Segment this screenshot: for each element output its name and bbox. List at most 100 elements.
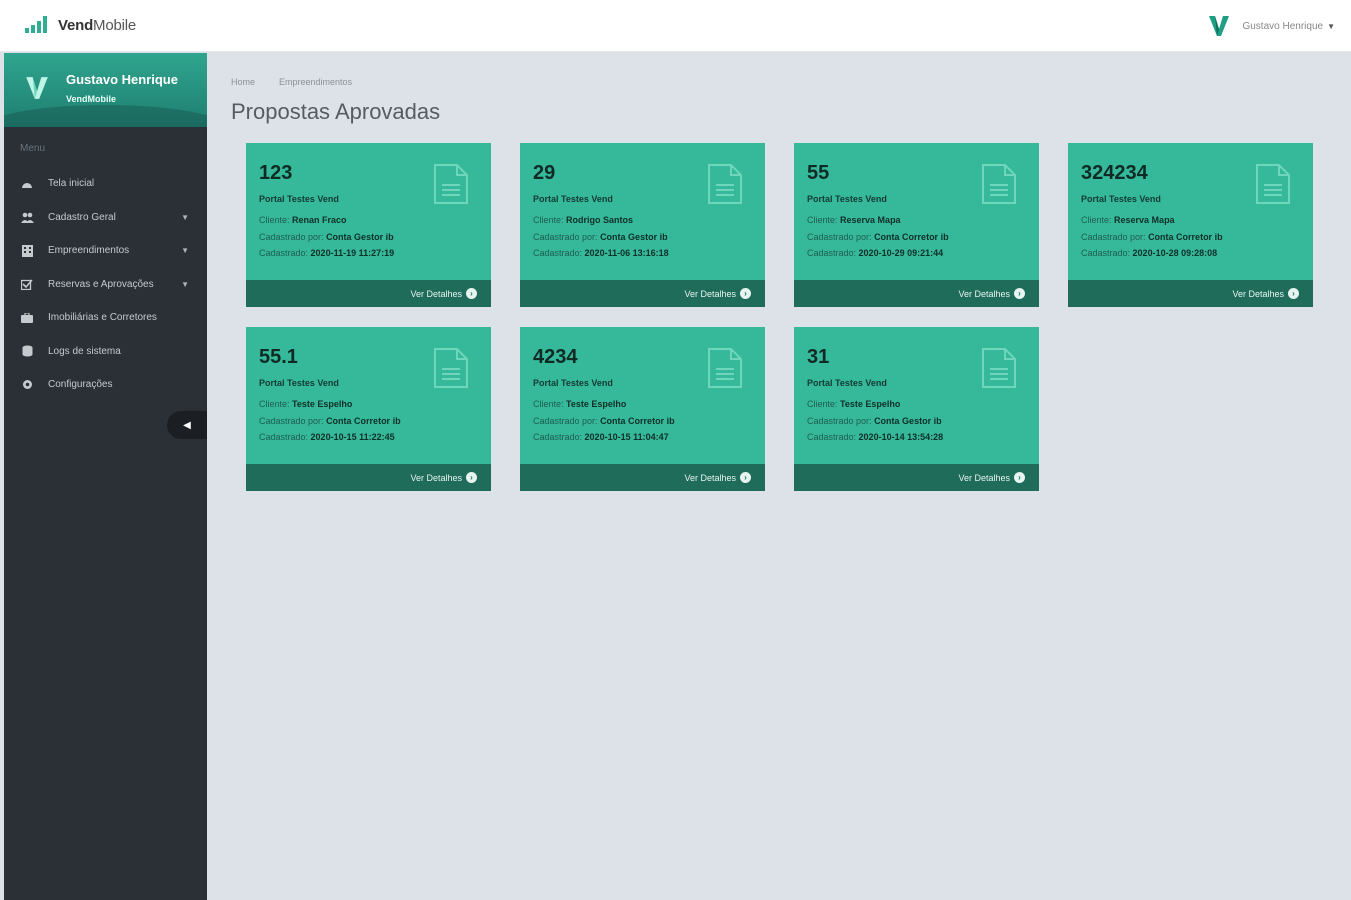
sidebar-item-cadastro-geral[interactable]: Cadastro Geral ▼ bbox=[4, 201, 207, 235]
proposal-number: 55.1 bbox=[259, 346, 298, 368]
proposal-date: Cadastrado: 2020-10-14 13:54:28 bbox=[807, 432, 944, 442]
sidebar-item-tela-inicial[interactable]: Tela inicial bbox=[4, 167, 207, 201]
main-content: Home Empreendimentos Propostas Aprovadas… bbox=[207, 53, 1351, 900]
document-icon bbox=[982, 164, 1016, 204]
document-icon bbox=[708, 348, 742, 388]
proposal-project: Portal Testes Vend bbox=[1081, 194, 1161, 204]
proposal-card[interactable]: 31 Portal Testes Vend Cliente: Teste Esp… bbox=[794, 327, 1039, 491]
proposal-project: Portal Testes Vend bbox=[807, 378, 887, 388]
menu-title: Menu bbox=[20, 143, 46, 154]
sidebar-item-configuracoes[interactable]: Configurações bbox=[4, 368, 207, 402]
proposal-date: Cadastrado: 2020-11-06 13:16:18 bbox=[533, 248, 669, 258]
proposal-card[interactable]: 29 Portal Testes Vend Cliente: Rodrigo S… bbox=[520, 143, 765, 307]
sidebar-item-logs[interactable]: Logs de sistema bbox=[4, 335, 207, 369]
sidebar-item-label: Cadastro Geral bbox=[48, 211, 116, 223]
sidebar-item-reservas[interactable]: Reservas e Aprovações ▼ bbox=[4, 268, 207, 302]
proposal-number: 29 bbox=[533, 162, 556, 184]
document-icon bbox=[434, 348, 468, 388]
sidebar-item-empreendimentos[interactable]: Empreendimentos ▼ bbox=[4, 234, 207, 268]
view-details-link[interactable]: Ver Detalhes › bbox=[794, 280, 1039, 307]
sidebar-item-label: Configurações bbox=[48, 379, 113, 391]
sidebar-item-label: Reservas e Aprovações bbox=[48, 278, 154, 290]
proposal-date: Cadastrado: 2020-10-15 11:04:47 bbox=[533, 432, 669, 442]
sidebar-collapse-button[interactable]: ◀ bbox=[167, 411, 207, 439]
sidebar-item-label: Empreendimentos bbox=[48, 245, 130, 257]
proposal-client: Cliente: Teste Espelho bbox=[259, 399, 353, 409]
caret-down-icon: ▼ bbox=[1327, 21, 1335, 31]
view-details-link[interactable]: Ver Detalhes › bbox=[1068, 280, 1313, 307]
proposal-date: Cadastrado: 2020-11-19 11:27:19 bbox=[259, 248, 395, 258]
sidebar-item-label: Logs de sistema bbox=[48, 345, 121, 357]
proposal-registered-by: Cadastrado por: Conta Corretor ib bbox=[259, 416, 401, 426]
view-details-link[interactable]: Ver Detalhes › bbox=[520, 280, 765, 307]
users-icon bbox=[20, 211, 34, 223]
breadcrumb: Home Empreendimentos bbox=[231, 77, 352, 87]
profile-name: Gustavo Henrique bbox=[66, 72, 178, 87]
proposal-number: 123 bbox=[259, 162, 293, 184]
chevron-left-icon: ◀ bbox=[183, 419, 191, 431]
proposal-project: Portal Testes Vend bbox=[533, 194, 613, 204]
proposal-project: Portal Testes Vend bbox=[533, 378, 613, 388]
briefcase-icon bbox=[20, 312, 34, 324]
chevron-down-icon: ▼ bbox=[181, 246, 189, 256]
document-icon bbox=[1256, 164, 1290, 204]
proposal-registered-by: Cadastrado por: Conta Gestor ib bbox=[259, 232, 394, 242]
proposal-number: 4234 bbox=[533, 346, 578, 368]
proposal-registered-by: Cadastrado por: Conta Corretor ib bbox=[807, 232, 949, 242]
arrow-circle-right-icon: › bbox=[466, 472, 477, 483]
document-icon bbox=[982, 348, 1016, 388]
arrow-circle-right-icon: › bbox=[1288, 288, 1299, 299]
proposal-number: 55 bbox=[807, 162, 830, 184]
view-details-link[interactable]: Ver Detalhes › bbox=[246, 464, 491, 491]
v-logo-icon bbox=[1209, 16, 1230, 36]
arrow-circle-right-icon: › bbox=[466, 288, 477, 299]
proposal-number: 324234 bbox=[1081, 162, 1148, 184]
sidebar-profile: Gustavo Henrique VendMobile bbox=[4, 53, 207, 127]
chevron-down-icon: ▼ bbox=[181, 212, 189, 222]
arrow-circle-right-icon: › bbox=[740, 472, 751, 483]
document-icon bbox=[434, 164, 468, 204]
v-logo-icon bbox=[26, 77, 48, 99]
arrow-circle-right-icon: › bbox=[1014, 472, 1025, 483]
proposal-date: Cadastrado: 2020-10-15 11:22:45 bbox=[259, 432, 395, 442]
arrow-circle-right-icon: › bbox=[1014, 288, 1025, 299]
building-icon bbox=[20, 244, 34, 257]
dashboard-icon bbox=[20, 178, 34, 190]
breadcrumb-empreendimentos[interactable]: Empreendimentos bbox=[279, 77, 352, 87]
check-square-icon bbox=[20, 278, 34, 290]
sidebar-item-label: Tela inicial bbox=[48, 178, 95, 190]
brand-logo[interactable]: VendMobile bbox=[24, 15, 136, 35]
proposal-card[interactable]: 4234 Portal Testes Vend Cliente: Teste E… bbox=[520, 327, 765, 491]
proposal-registered-by: Cadastrado por: Conta Corretor ib bbox=[1081, 232, 1223, 242]
proposal-number: 31 bbox=[807, 346, 830, 368]
breadcrumb-home[interactable]: Home bbox=[231, 77, 255, 87]
view-details-link[interactable]: Ver Detalhes › bbox=[246, 280, 491, 307]
proposal-card[interactable]: 123 Portal Testes Vend Cliente: Renan Fr… bbox=[246, 143, 491, 307]
proposal-card[interactable]: 324234 Portal Testes Vend Cliente: Reser… bbox=[1068, 143, 1313, 307]
page-title: Propostas Aprovadas bbox=[231, 99, 441, 124]
arrow-circle-right-icon: › bbox=[740, 288, 751, 299]
database-icon bbox=[20, 345, 34, 357]
view-details-link[interactable]: Ver Detalhes › bbox=[520, 464, 765, 491]
top-navbar: VendMobile Gustavo Henrique ▼ bbox=[0, 0, 1351, 52]
proposal-registered-by: Cadastrado por: Conta Corretor ib bbox=[533, 416, 675, 426]
proposal-client: Cliente: Teste Espelho bbox=[533, 399, 627, 409]
chevron-down-icon: ▼ bbox=[181, 279, 189, 289]
user-menu-toggle[interactable]: Gustavo Henrique ▼ bbox=[1242, 21, 1335, 32]
proposal-date: Cadastrado: 2020-10-28 09:28:08 bbox=[1081, 248, 1218, 258]
proposal-client: Cliente: Reserva Mapa bbox=[807, 215, 901, 225]
proposal-registered-by: Cadastrado por: Conta Gestor ib bbox=[533, 232, 668, 242]
bar-chart-logo-icon bbox=[25, 16, 47, 33]
sidebar: Gustavo Henrique VendMobile Menu Tela in… bbox=[4, 53, 207, 900]
proposal-registered-by: Cadastrado por: Conta Gestor ib bbox=[807, 416, 942, 426]
proposal-card[interactable]: 55 Portal Testes Vend Cliente: Reserva M… bbox=[794, 143, 1039, 307]
proposal-client: Cliente: Renan Fraco bbox=[259, 215, 347, 225]
proposal-card[interactable]: 55.1 Portal Testes Vend Cliente: Teste E… bbox=[246, 327, 491, 491]
sidebar-item-label: Imobiliárias e Corretores bbox=[48, 312, 157, 324]
proposal-project: Portal Testes Vend bbox=[259, 194, 339, 204]
brand-name: VendMobile bbox=[58, 16, 137, 34]
sidebar-item-imobiliarias[interactable]: Imobiliárias e Corretores bbox=[4, 301, 207, 335]
profile-org: VendMobile bbox=[66, 94, 117, 104]
view-details-link[interactable]: Ver Detalhes › bbox=[794, 464, 1039, 491]
proposal-date: Cadastrado: 2020-10-29 09:21:44 bbox=[807, 248, 944, 258]
